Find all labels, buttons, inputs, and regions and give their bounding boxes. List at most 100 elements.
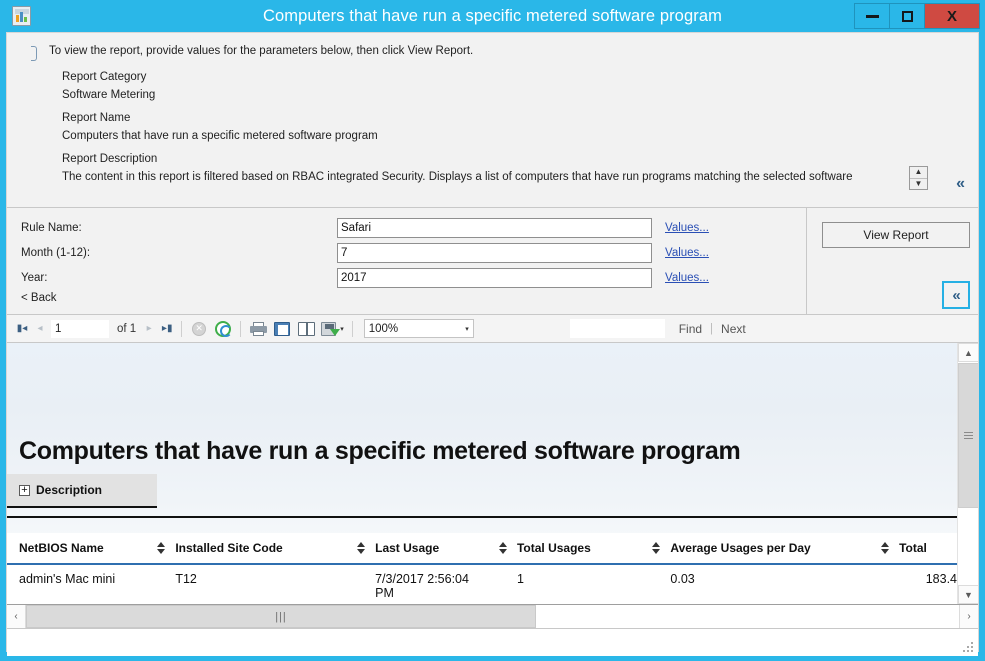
cell-average-usages-per-day: 0.03	[670, 572, 695, 586]
column-header-netbios-name[interactable]: NetBIOS Name	[19, 541, 147, 555]
minimize-button[interactable]	[854, 3, 890, 29]
cell-installed-site-code: T12	[175, 572, 197, 586]
report-table: NetBIOS Name Installed Site Code Last Us…	[7, 533, 957, 604]
column-header-average-usages-per-day[interactable]: Average Usages per Day	[670, 541, 871, 555]
back-link[interactable]: < Back	[21, 292, 56, 304]
scroll-up-button[interactable]: ▲	[958, 343, 978, 362]
report-description-label: Report Description	[62, 153, 158, 165]
resize-grip-icon[interactable]	[963, 642, 975, 654]
info-icon	[25, 46, 39, 61]
window-controls: X	[854, 3, 980, 29]
table-row: admin's Mac mini T12 7/3/2017 2:56:04 PM…	[7, 565, 957, 600]
next-page-icon[interactable]: ▸	[140, 320, 158, 338]
sort-toggle-icon[interactable]	[157, 542, 166, 554]
expand-plus-icon[interactable]: +	[19, 484, 30, 496]
find-button[interactable]: Find	[679, 322, 702, 336]
column-header-last-usage[interactable]: Last Usage	[375, 541, 489, 555]
column-label: Average Usages per Day	[670, 541, 811, 555]
collapse-info-panel-chevron-icon[interactable]: «	[956, 176, 965, 192]
report-description-section: + Description	[7, 474, 957, 518]
report-name-label: Report Name	[62, 112, 131, 124]
rule-name-label: Rule Name:	[21, 222, 82, 234]
print-icon[interactable]	[247, 319, 269, 339]
year-values-link[interactable]: Values...	[665, 272, 709, 284]
parameters-panel: Rule Name: Values... Month (1-12): Value…	[7, 208, 978, 315]
page-setup-icon[interactable]	[295, 319, 317, 339]
toolbar-divider	[351, 320, 353, 337]
report-title: Computers that have run a specific meter…	[19, 437, 741, 465]
cell-netbios-name: admin's Mac mini	[19, 572, 116, 586]
column-header-installed-site-code[interactable]: Installed Site Code	[175, 541, 347, 555]
maximize-button[interactable]	[889, 3, 925, 29]
report-vertical-scrollbar[interactable]: ▲ ▼	[957, 343, 978, 604]
application-window: Computers that have run a specific meter…	[0, 0, 985, 661]
vertical-scroll-thumb[interactable]	[958, 363, 978, 508]
first-page-icon[interactable]: ▮◂	[13, 320, 31, 338]
column-label: Installed Site Code	[175, 541, 283, 555]
scroll-down-button[interactable]: ▼	[958, 585, 978, 604]
column-label: NetBIOS Name	[19, 541, 104, 555]
instruction-row: To view the report, provide values for t…	[25, 45, 473, 61]
report-metadata: Report Category Software Metering Report…	[62, 71, 852, 183]
window-title: Computers that have run a specific meter…	[263, 7, 722, 25]
scroll-left-button[interactable]: ‹	[7, 605, 26, 628]
month-values-link[interactable]: Values...	[665, 247, 709, 259]
sort-toggle-icon[interactable]	[652, 542, 661, 554]
sort-toggle-icon[interactable]	[881, 542, 890, 554]
status-bar	[7, 628, 978, 656]
rule-name-input[interactable]	[337, 218, 652, 238]
description-scroll-spinner[interactable]: ▲ ▼	[909, 166, 928, 190]
column-label: Total	[899, 541, 927, 555]
refresh-icon[interactable]	[212, 319, 234, 339]
last-page-icon[interactable]: ▸▮	[158, 320, 176, 338]
export-save-icon[interactable]	[319, 319, 341, 339]
report-viewer-toolbar: ▮◂ ◂ of 1 ▸ ▸▮ ✕ ▾ 100% ▾ Find | Next	[7, 315, 978, 343]
report-body: Computers that have run a specific meter…	[7, 343, 978, 604]
report-category-label: Report Category	[62, 71, 147, 83]
column-label: Total Usages	[516, 541, 591, 555]
parameters-fields: Rule Name: Values... Month (1-12): Value…	[7, 208, 807, 315]
rule-name-values-link[interactable]: Values...	[665, 222, 709, 234]
month-input[interactable]	[337, 243, 652, 263]
current-page-input[interactable]	[51, 319, 109, 338]
find-input[interactable]	[569, 319, 665, 338]
toolbar-divider	[181, 320, 183, 337]
report-horizontal-scrollbar[interactable]: ‹ ||| ›	[7, 604, 978, 628]
spinner-up-icon[interactable]: ▲	[910, 167, 927, 179]
horizontal-scroll-track[interactable]: |||	[26, 605, 959, 628]
parameter-row-rule-name: Rule Name: Values...	[21, 216, 781, 240]
maximize-icon	[901, 10, 913, 22]
client-area: To view the report, provide values for t…	[6, 32, 979, 656]
description-toggle[interactable]: + Description	[7, 474, 157, 508]
sort-toggle-icon[interactable]	[498, 542, 507, 554]
report-info-panel: To view the report, provide values for t…	[7, 33, 978, 208]
report-description-value: The content in this report is filtered b…	[62, 171, 853, 183]
collapse-parameters-button[interactable]: «	[942, 281, 970, 309]
table-header-row: NetBIOS Name Installed Site Code Last Us…	[7, 533, 957, 565]
year-label: Year:	[21, 272, 48, 284]
cell-last-usage: 7/3/2017 2:56:04 PM	[375, 572, 469, 600]
cell-total: 183.4	[925, 572, 957, 586]
parameters-actions: View Report «	[807, 208, 978, 315]
parameter-row-month: Month (1-12): Values...	[21, 241, 781, 265]
print-layout-icon[interactable]	[271, 319, 293, 339]
column-header-total[interactable]: Total	[899, 541, 957, 555]
close-button[interactable]: X	[924, 3, 980, 29]
stop-icon[interactable]: ✕	[188, 319, 210, 339]
month-label: Month (1-12):	[21, 247, 91, 259]
spinner-down-icon[interactable]: ▼	[910, 179, 927, 190]
previous-page-icon[interactable]: ◂	[31, 320, 49, 338]
description-rule	[7, 516, 957, 518]
horizontal-scroll-thumb[interactable]: |||	[26, 605, 536, 628]
zoom-value: 100%	[368, 322, 399, 335]
find-divider: |	[710, 322, 714, 335]
zoom-select[interactable]: 100% ▾	[363, 319, 474, 338]
scroll-right-button[interactable]: ›	[959, 605, 978, 628]
sort-toggle-icon[interactable]	[357, 542, 366, 554]
year-input[interactable]	[337, 268, 652, 288]
find-next-button[interactable]: Next	[721, 322, 746, 336]
report-top-margin	[7, 343, 957, 433]
column-header-total-usages[interactable]: Total Usages	[517, 541, 642, 555]
view-report-button[interactable]: View Report	[822, 222, 970, 248]
toolbar-divider	[240, 320, 242, 337]
